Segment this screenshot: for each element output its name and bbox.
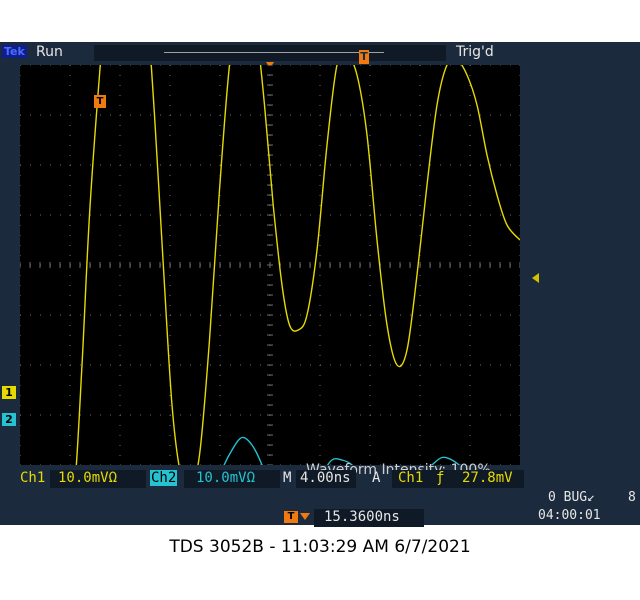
trigger-status: Trig'd [456, 44, 494, 60]
ch2-ground-marker[interactable]: 2 [2, 413, 16, 426]
horizontal-position-arrow-icon [300, 513, 310, 520]
ch2-label[interactable]: Ch2 [150, 470, 178, 486]
trigger-point-icon: T [94, 95, 106, 108]
waveform-graticule: T [19, 0, 539, 552]
brand-logo: Tek [2, 45, 27, 58]
oscilloscope-screen: Tek Run T Trig'd T 1 2 Waveform Intensit… [0, 0, 640, 552]
horizontal-position-readout: 15.3600ns [324, 509, 400, 525]
trigger-position-icon: T [359, 50, 369, 64]
ch1-ground-marker[interactable]: 1 [2, 386, 16, 399]
rising-slope-icon: ƒ [436, 470, 445, 486]
readout-bar: Ch1 10.0mVΩ Ch2 10.0mVΩ M 4.00ns A Ch1 ƒ… [0, 469, 640, 527]
record-length-line [164, 52, 384, 53]
ch1-scale-readout: 10.0mVΩ [58, 470, 118, 486]
trigger-level-readout: 27.8mV [462, 470, 513, 486]
trigger-type-label: A [372, 470, 381, 486]
screenshot-caption: TDS 3052B - 11:03:29 AM 6/7/2021 [169, 537, 471, 557]
clock-readout: 04:00:01 [538, 508, 601, 523]
timebase-readout: 4.00ns [300, 470, 351, 486]
status-bar: Tek Run T Trig'd [0, 42, 640, 68]
bug-count: 8 [628, 490, 636, 505]
trigger-source-readout: Ch1 [398, 470, 424, 486]
bug-indicator: 0 BUG↙ [548, 490, 595, 505]
acquisition-status: Run [36, 44, 63, 60]
record-view-bar: T [94, 45, 446, 64]
waveform-plot [19, 0, 521, 552]
trigger-level-arrow-icon [532, 273, 539, 283]
main-timebase-label: M [283, 470, 292, 486]
horizontal-position-icon: T [284, 511, 298, 523]
ch2-scale-readout: 10.0mVΩ [196, 470, 256, 486]
ch1-label[interactable]: Ch1 [20, 470, 45, 486]
ch2-trace [19, 436, 521, 552]
